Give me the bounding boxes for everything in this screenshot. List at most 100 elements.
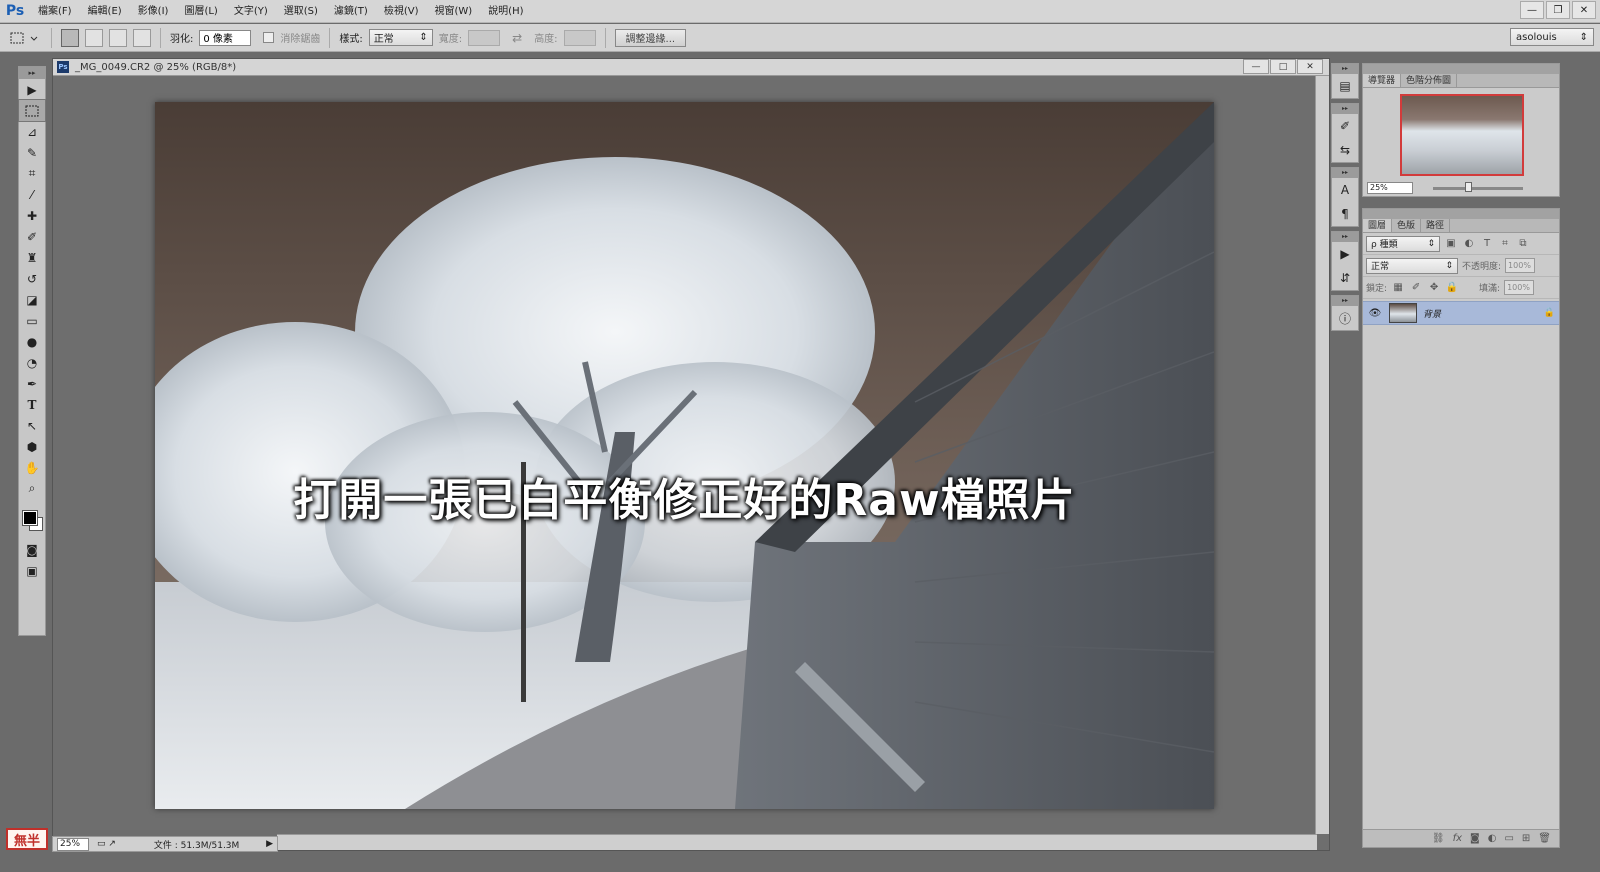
antialias-checkbox[interactable] xyxy=(263,32,275,43)
swap-icon[interactable]: ⇄ xyxy=(512,31,522,45)
fill-field[interactable]: 100% xyxy=(1504,280,1535,295)
add-mask-icon[interactable]: ◙ xyxy=(1470,833,1480,844)
eraser-tool-icon[interactable]: ◪ xyxy=(19,289,45,310)
filter-type-icon[interactable]: T xyxy=(1480,238,1494,249)
layer-style-icon[interactable]: fx xyxy=(1453,833,1462,844)
gradient-tool-icon[interactable]: ▭ xyxy=(19,310,45,331)
filter-pixel-icon[interactable]: ▣ xyxy=(1444,238,1458,249)
panel-header[interactable] xyxy=(1363,209,1559,219)
add-selection-button[interactable] xyxy=(85,28,103,47)
navigator-thumbnail[interactable] xyxy=(1400,94,1524,176)
layer-kind-select[interactable]: ρ 種類 ⇕ xyxy=(1366,235,1440,252)
workspace-switcher[interactable]: asolouis ⇕ xyxy=(1510,28,1594,46)
height-input[interactable] xyxy=(563,29,596,46)
dock-grip[interactable]: ▸▸ xyxy=(1332,296,1358,306)
foreground-color-swatch[interactable] xyxy=(22,510,38,526)
adjustment-layer-icon[interactable]: ◐ xyxy=(1488,833,1497,844)
character-panel-icon[interactable]: A xyxy=(1332,178,1358,202)
dodge-tool-icon[interactable]: ◔ xyxy=(19,352,45,373)
history-brush-tool-icon[interactable]: ↺ xyxy=(19,268,45,289)
tab-histogram[interactable]: 色階分佈圖 xyxy=(1401,74,1458,87)
filter-shape-icon[interactable]: ⌗ xyxy=(1498,238,1512,249)
width-input[interactable] xyxy=(468,29,501,46)
zoom-tool-icon[interactable]: ⌕ xyxy=(19,478,45,499)
doc-minimize-button[interactable]: — xyxy=(1243,59,1269,74)
menu-select[interactable]: 選取(S) xyxy=(276,0,326,23)
quick-select-tool-icon[interactable]: ✎ xyxy=(19,142,45,163)
eyedropper-tool-icon[interactable]: ⁄ xyxy=(19,184,45,205)
navigator-slider-knob[interactable] xyxy=(1465,182,1472,192)
blend-mode-select[interactable]: 正常 ⇕ xyxy=(1366,257,1458,274)
menu-image[interactable]: 影像(I) xyxy=(130,0,177,23)
horizontal-scrollbar[interactable] xyxy=(277,834,1317,850)
dock-grip[interactable]: ▸▸ xyxy=(1332,64,1358,74)
lock-pixels-icon[interactable]: ✐ xyxy=(1409,282,1423,293)
healing-brush-tool-icon[interactable]: ✚ xyxy=(19,205,45,226)
menu-filter[interactable]: 濾鏡(T) xyxy=(326,0,376,23)
tab-channels[interactable]: 色版 xyxy=(1392,219,1422,232)
vertical-scrollbar[interactable] xyxy=(1315,76,1329,834)
lasso-tool-icon[interactable]: ⊿ xyxy=(19,121,45,142)
tab-paths[interactable]: 路徑 xyxy=(1421,219,1451,232)
brush-tool-icon[interactable]: ✐ xyxy=(19,226,45,247)
filter-smart-icon[interactable]: ⧉ xyxy=(1516,238,1530,249)
panel-header[interactable] xyxy=(1363,64,1559,74)
screen-mode-icon[interactable]: ▣ xyxy=(19,560,45,581)
document-tab[interactable]: Ps _MG_0049.CR2 @ 25% (RGB/8*) — □ ✕ xyxy=(53,59,1329,76)
hand-tool-icon[interactable]: ✋ xyxy=(19,457,45,478)
paragraph-panel-icon[interactable]: ¶ xyxy=(1332,202,1358,226)
image-canvas[interactable]: 打開一張已白平衡修正好的Raw檔照片 xyxy=(155,102,1214,809)
menu-file[interactable]: 檔案(F) xyxy=(30,0,80,23)
path-select-tool-icon[interactable]: ↖ xyxy=(19,415,45,436)
clone-stamp-tool-icon[interactable]: ♜ xyxy=(19,247,45,268)
feather-input[interactable] xyxy=(199,29,252,46)
history-panel-icon[interactable]: ▤ xyxy=(1332,74,1358,98)
subtract-selection-button[interactable] xyxy=(109,28,127,47)
tool-preset-picker[interactable] xyxy=(6,28,42,48)
info-panel-icon[interactable]: ⓘ xyxy=(1332,306,1358,330)
status-menu-arrow-icon[interactable]: ▶ xyxy=(266,839,273,849)
refine-edge-button[interactable]: 調整邊緣... xyxy=(614,28,687,47)
new-group-icon[interactable]: ▭ xyxy=(1504,833,1513,844)
dock-grip[interactable]: ▸▸ xyxy=(1332,104,1358,114)
menu-view[interactable]: 檢視(V) xyxy=(376,0,427,23)
style-select[interactable]: 正常 ⇕ xyxy=(368,29,433,46)
panel-collapse-grip[interactable]: ▸▸ xyxy=(19,67,45,79)
dock-grip[interactable]: ▸▸ xyxy=(1332,168,1358,178)
move-tool-icon[interactable]: ▶ xyxy=(19,79,45,100)
shape-tool-icon[interactable]: ⬢ xyxy=(19,436,45,457)
lock-transparent-icon[interactable]: ▦ xyxy=(1391,282,1405,293)
lock-all-icon[interactable]: 🔒 xyxy=(1445,282,1459,293)
tab-layers[interactable]: 圖層 xyxy=(1363,219,1393,232)
zoom-field[interactable]: 25% xyxy=(57,837,89,851)
restore-button[interactable]: ❐ xyxy=(1546,1,1570,19)
brush-panel-icon[interactable]: ✐ xyxy=(1332,114,1358,138)
lock-position-icon[interactable]: ✥ xyxy=(1427,282,1441,293)
new-selection-button[interactable] xyxy=(61,28,79,47)
doc-maximize-button[interactable]: □ xyxy=(1270,59,1296,74)
close-button[interactable]: ✕ xyxy=(1572,1,1596,19)
rect-marquee-tool-icon[interactable] xyxy=(18,99,46,122)
visibility-eye-icon[interactable]: 👁 xyxy=(1367,308,1383,319)
link-layers-icon[interactable]: ⛓ xyxy=(1432,833,1445,844)
navigator-zoom-field[interactable]: 25% xyxy=(1367,182,1413,194)
menu-edit[interactable]: 編輯(E) xyxy=(80,0,130,23)
crop-tool-icon[interactable]: ⌗ xyxy=(19,163,45,184)
filter-adjust-icon[interactable]: ◐ xyxy=(1462,238,1476,249)
opacity-field[interactable]: 100% xyxy=(1505,258,1536,273)
minimize-button[interactable]: — xyxy=(1520,1,1544,19)
doc-close-button[interactable]: ✕ xyxy=(1297,59,1323,74)
menu-layer[interactable]: 圖層(L) xyxy=(176,0,225,23)
quick-mask-icon[interactable]: ◙ xyxy=(19,539,45,560)
delete-layer-icon[interactable]: 🗑 xyxy=(1538,833,1551,844)
tab-navigator[interactable]: 導覽器 xyxy=(1363,74,1402,87)
navigator-zoom-slider[interactable] xyxy=(1433,187,1523,190)
actions-panel-icon[interactable]: ▶ xyxy=(1332,242,1358,266)
layer-item-background[interactable]: 👁 背景 🔒 xyxy=(1363,301,1559,325)
intersect-selection-button[interactable] xyxy=(133,28,151,47)
menu-type[interactable]: 文字(Y) xyxy=(226,0,276,23)
menu-help[interactable]: 說明(H) xyxy=(480,0,531,23)
dock-grip[interactable]: ▸▸ xyxy=(1332,232,1358,242)
new-layer-icon[interactable]: ⊞ xyxy=(1522,833,1530,844)
type-tool-icon[interactable]: T xyxy=(19,394,45,415)
